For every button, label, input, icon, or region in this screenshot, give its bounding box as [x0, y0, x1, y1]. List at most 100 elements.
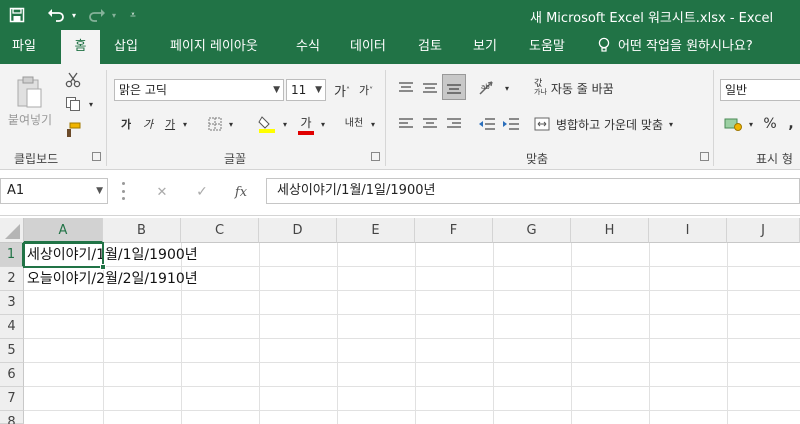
- insert-function-icon[interactable]: fx: [230, 182, 252, 202]
- column-header-g[interactable]: G: [493, 218, 571, 243]
- alignment-launcher-icon[interactable]: [700, 152, 709, 161]
- copy-icon[interactable]: [62, 94, 84, 114]
- customize-quick-access-icon[interactable]: ⩡: [126, 5, 140, 25]
- row-header-6[interactable]: 6: [0, 363, 24, 387]
- tab-data[interactable]: 데이터: [350, 30, 386, 64]
- italic-button[interactable]: 가: [140, 114, 156, 134]
- font-color-button[interactable]: 가: [296, 112, 316, 136]
- fill-handle[interactable]: [100, 264, 106, 270]
- redo-icon[interactable]: [86, 5, 108, 25]
- tab-insert[interactable]: 삽입: [114, 30, 138, 64]
- font-launcher-icon[interactable]: [371, 152, 380, 161]
- chevron-down-icon: ▾: [669, 119, 674, 129]
- tab-view[interactable]: 보기: [473, 30, 497, 64]
- column-header-j[interactable]: J: [727, 218, 800, 243]
- gridline: [24, 362, 800, 363]
- group-divider: [106, 70, 107, 166]
- name-box[interactable]: A1 ▼: [0, 178, 108, 204]
- underline-button[interactable]: 가: [162, 114, 178, 134]
- phonetic-label: 내천: [344, 118, 364, 129]
- format-painter-icon[interactable]: [62, 120, 84, 140]
- column-header-c[interactable]: C: [181, 218, 259, 243]
- tab-formulas[interactable]: 수식: [296, 30, 320, 64]
- row-header-2[interactable]: 2: [0, 267, 24, 291]
- column-header-a[interactable]: A: [24, 218, 103, 243]
- tab-home[interactable]: 홈: [61, 30, 100, 64]
- fill-color-dropdown-icon[interactable]: ▾: [280, 116, 290, 132]
- column-header-f[interactable]: F: [415, 218, 493, 243]
- decrease-indent-icon[interactable]: [476, 114, 498, 134]
- formula-bar: A1 ▼ ✕ ✓ fx 세상이야기/1월/1일/1900년: [0, 170, 800, 216]
- tell-me-box[interactable]: 어떤 작업을 원하시나요?: [598, 30, 753, 64]
- shrink-font-button[interactable]: 가 ˅: [356, 80, 376, 100]
- cut-icon[interactable]: [62, 70, 84, 90]
- align-center-icon[interactable]: [420, 114, 440, 134]
- lightbulb-icon: [598, 30, 610, 64]
- increase-indent-icon[interactable]: [500, 114, 522, 134]
- accounting-format-icon[interactable]: [722, 114, 744, 134]
- paste-icon[interactable]: [8, 72, 50, 112]
- align-top-icon[interactable]: [396, 78, 416, 98]
- formula-input[interactable]: 세상이야기/1월/1일/1900년: [266, 178, 800, 204]
- align-middle-icon[interactable]: [420, 78, 440, 98]
- gridline: [337, 243, 338, 424]
- row-header-1[interactable]: 1: [0, 243, 24, 267]
- row-header-8[interactable]: 8: [0, 411, 24, 424]
- font-color-dropdown-icon[interactable]: ▾: [318, 116, 328, 132]
- chevron-down-icon: ▼: [96, 186, 103, 196]
- tab-page-layout[interactable]: 페이지 레이아웃: [170, 30, 258, 64]
- undo-icon[interactable]: [44, 5, 68, 25]
- bold-button[interactable]: 가: [118, 114, 134, 134]
- align-right-icon[interactable]: [444, 114, 464, 134]
- clipboard-group-label: 클립보드: [14, 152, 59, 166]
- comma-style-button[interactable]: ,: [784, 114, 798, 134]
- row-header-5[interactable]: 5: [0, 339, 24, 363]
- column-header-d[interactable]: D: [259, 218, 337, 243]
- enter-icon[interactable]: ✓: [192, 182, 212, 202]
- wrap-text-button[interactable]: 갃 가나 자동 줄 바꿈: [534, 78, 634, 98]
- font-name-combo[interactable]: 맑은 고딕 ▼: [114, 79, 284, 101]
- number-format-combo[interactable]: 일반: [720, 79, 800, 101]
- copy-dropdown-icon[interactable]: ▾: [86, 96, 96, 112]
- borders-dropdown-icon[interactable]: ▾: [226, 116, 236, 132]
- row-header-4[interactable]: 4: [0, 315, 24, 339]
- underline-dropdown-icon[interactable]: ▾: [180, 116, 190, 132]
- tab-help[interactable]: 도움말: [529, 30, 565, 64]
- font-size-combo[interactable]: 11 ▼: [286, 79, 326, 101]
- column-header-i[interactable]: I: [649, 218, 727, 243]
- undo-dropdown-icon[interactable]: ▾: [68, 5, 80, 25]
- font-color-label: 가: [300, 115, 312, 130]
- paste-button[interactable]: 붙여넣기: [4, 110, 56, 128]
- align-bottom-icon[interactable]: [442, 74, 466, 100]
- column-header-b[interactable]: B: [103, 218, 181, 243]
- phonetic-dropdown-icon[interactable]: ▾: [368, 116, 378, 132]
- align-left-icon[interactable]: [396, 114, 416, 134]
- select-all-button[interactable]: [0, 218, 24, 243]
- gridline: [649, 243, 650, 424]
- number-format-value: 일반: [725, 83, 748, 97]
- accounting-dropdown-icon[interactable]: ▾: [746, 116, 756, 132]
- phonetic-guide-button[interactable]: 내천: [342, 114, 366, 134]
- cancel-icon[interactable]: ✕: [152, 182, 172, 202]
- tab-file[interactable]: 파일: [12, 30, 36, 64]
- clipboard-launcher-icon[interactable]: [92, 152, 101, 161]
- column-header-e[interactable]: E: [337, 218, 415, 243]
- row-header-3[interactable]: 3: [0, 291, 24, 315]
- group-divider: [385, 70, 386, 166]
- tab-review[interactable]: 검토: [418, 30, 442, 64]
- grow-font-button[interactable]: 가 ˄: [332, 80, 352, 100]
- redo-dropdown-icon[interactable]: ▾: [108, 5, 120, 25]
- percent-style-button[interactable]: %: [760, 114, 780, 134]
- borders-icon[interactable]: [205, 114, 225, 134]
- merge-center-button[interactable]: 병합하고 가운데 맞춤 ▾: [534, 114, 690, 134]
- formula-bar-grip-icon[interactable]: [122, 182, 126, 200]
- column-header-h[interactable]: H: [571, 218, 649, 243]
- cell-a2[interactable]: 오늘이야기/2월/2일/1910년: [24, 267, 198, 291]
- orientation-dropdown-icon[interactable]: ▾: [502, 80, 512, 96]
- row-header-7[interactable]: 7: [0, 387, 24, 411]
- decrease-arrow-icon: ˅: [369, 85, 374, 95]
- save-icon[interactable]: [6, 5, 28, 25]
- alignment-group-label: 맞춤: [526, 152, 549, 166]
- orientation-icon[interactable]: ab: [476, 78, 500, 98]
- fill-color-icon[interactable]: [256, 112, 278, 136]
